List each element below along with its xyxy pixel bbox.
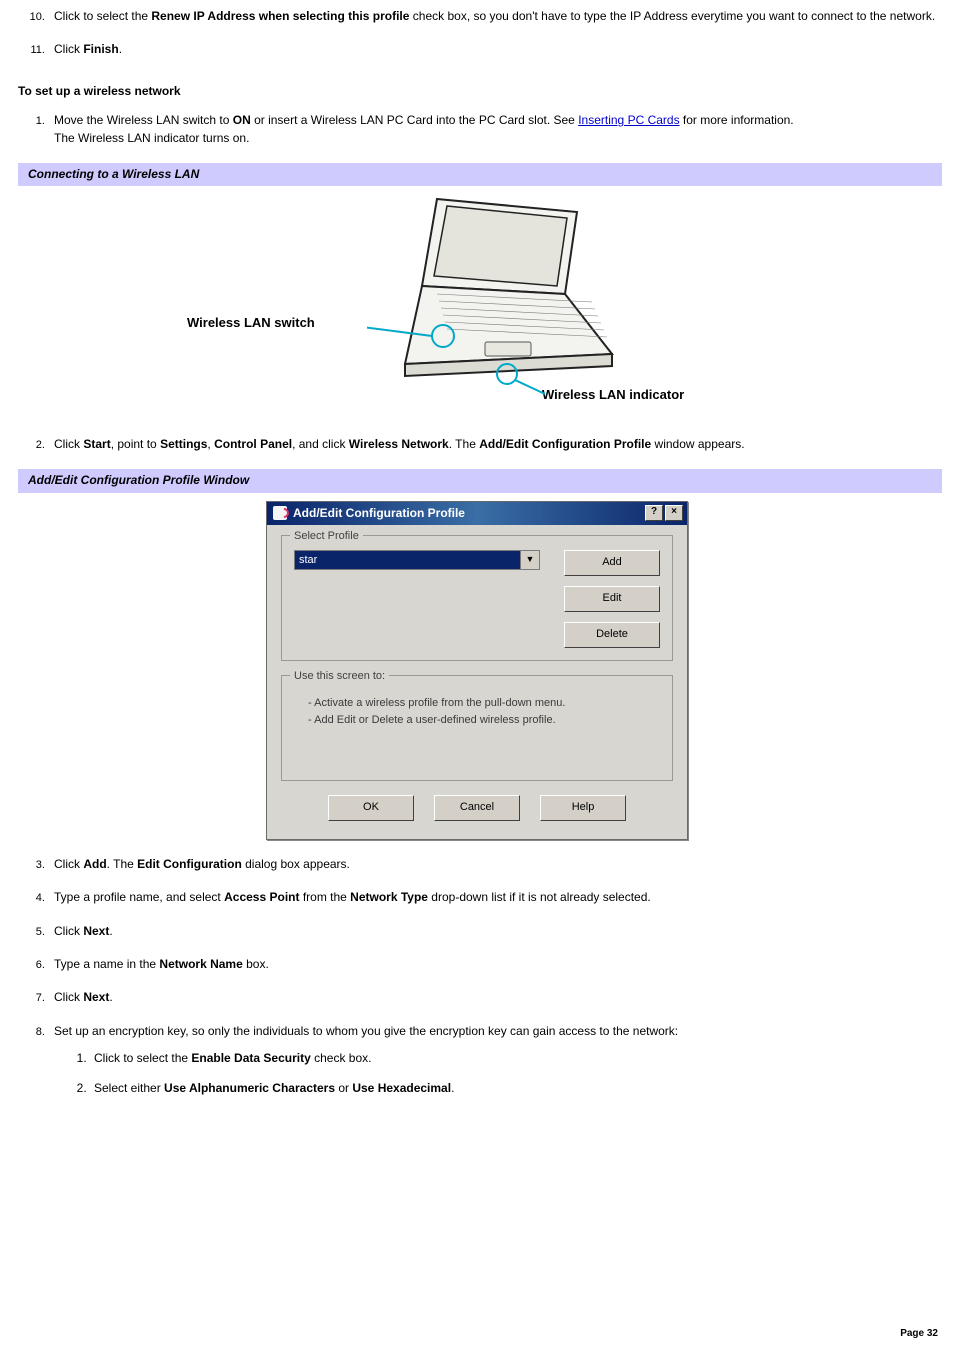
dialog-title: Add/Edit Configuration Profile <box>293 505 465 522</box>
b: Use Alphanumeric Characters <box>164 1081 335 1095</box>
t: . <box>109 990 112 1004</box>
label-wireless-switch: Wireless LAN switch <box>187 314 315 333</box>
bold: Renew IP Address when selecting this pro… <box>151 9 409 23</box>
figure-dialog: Add/Edit Configuration Profile ? × Selec… <box>12 501 942 840</box>
t: Click to select the <box>94 1051 191 1065</box>
b: Access Point <box>224 890 299 904</box>
step-11: Click Finish. <box>48 41 942 58</box>
t: Click <box>54 990 83 1004</box>
groupbox-select-profile: Select Profile star ▼ Add Edit Delete <box>281 535 673 661</box>
encryption-sublist: Click to select the Enable Data Security… <box>54 1050 942 1097</box>
t: window appears. <box>651 437 744 451</box>
cancel-button[interactable]: Cancel <box>434 795 520 821</box>
groupbox-use-this: Use this screen to: - Activate a wireles… <box>281 675 673 781</box>
t: check box. <box>311 1051 372 1065</box>
setup-step-6: Type a name in the Network Name box. <box>48 956 942 973</box>
dialog-titlebar: Add/Edit Configuration Profile ? × <box>267 502 687 525</box>
b: Settings <box>160 437 207 451</box>
t: . The <box>449 437 479 451</box>
add-button[interactable]: Add <box>564 550 660 576</box>
setup-step-7: Click Next. <box>48 989 942 1006</box>
use-line-2: - Add Edit or Delete a user-defined wire… <box>308 713 660 729</box>
t: Click <box>54 857 83 871</box>
b: Wireless Network <box>349 437 449 451</box>
caption-bar-dialog: Add/Edit Configuration Profile Window <box>12 469 942 492</box>
text: for more information. <box>680 113 794 127</box>
t: Click <box>54 437 83 451</box>
setup-list: Move the Wireless LAN switch to ON or in… <box>12 112 942 147</box>
b: Start <box>83 437 110 451</box>
t: Type a profile name, and select <box>54 890 224 904</box>
b: Edit Configuration <box>137 857 242 871</box>
setup-step-2: Click Start, point to Settings, Control … <box>48 436 942 453</box>
ok-button[interactable]: OK <box>328 795 414 821</box>
b: Control Panel <box>214 437 292 451</box>
text: . <box>119 42 122 56</box>
b: Add/Edit Configuration Profile <box>479 437 651 451</box>
combo-value: star <box>294 550 520 570</box>
dialog-add-edit-profile: Add/Edit Configuration Profile ? × Selec… <box>266 501 688 840</box>
t: or <box>335 1081 352 1095</box>
t: drop-down list if it is not already sele… <box>428 890 651 904</box>
chevron-down-icon[interactable]: ▼ <box>520 550 540 570</box>
b: Next <box>83 990 109 1004</box>
caption-bar-connecting: Connecting to a Wireless LAN <box>12 163 942 186</box>
section-heading-wireless: To set up a wireless network <box>18 83 942 100</box>
t: , point to <box>111 437 160 451</box>
sub-step-1: Click to select the Enable Data Security… <box>90 1050 942 1067</box>
t: . <box>451 1081 454 1095</box>
b: Next <box>83 924 109 938</box>
b: Network Name <box>159 957 242 971</box>
t: from the <box>299 890 350 904</box>
t: . <box>109 924 112 938</box>
text: Click <box>54 42 83 56</box>
text: The Wireless LAN indicator turns on. <box>54 131 249 145</box>
close-button[interactable]: × <box>665 505 683 521</box>
t: Click <box>54 924 83 938</box>
profile-combobox[interactable]: star ▼ <box>294 550 540 570</box>
figure-laptop: Wireless LAN switch Wireless LAN indicat… <box>12 194 942 419</box>
text: Move the Wireless LAN switch to <box>54 113 233 127</box>
text: Click to select the <box>54 9 151 23</box>
setup-step-8: Set up an encryption key, so only the in… <box>48 1023 942 1097</box>
setup-step-1: Move the Wireless LAN switch to ON or in… <box>48 112 942 147</box>
t: Type a name in the <box>54 957 159 971</box>
bold: ON <box>233 113 251 127</box>
help-button-footer[interactable]: Help <box>540 795 626 821</box>
t: . The <box>107 857 137 871</box>
step-10: Click to select the Renew IP Address whe… <box>48 8 942 25</box>
setup-step-4: Type a profile name, and select Access P… <box>48 889 942 906</box>
groupbox-title: Select Profile <box>290 529 363 545</box>
edit-button[interactable]: Edit <box>564 586 660 612</box>
setup-step-5: Click Next. <box>48 923 942 940</box>
delete-button[interactable]: Delete <box>564 622 660 648</box>
text: or insert a Wireless LAN PC Card into th… <box>251 113 578 127</box>
b: Use Hexadecimal <box>352 1081 451 1095</box>
b: Network Type <box>350 890 428 904</box>
help-button[interactable]: ? <box>645 505 663 521</box>
wireless-icon <box>273 506 287 520</box>
link-inserting-pc-cards[interactable]: Inserting PC Cards <box>578 113 679 127</box>
bold: Finish <box>83 42 118 56</box>
setup-list-cont2: Click Add. The Edit Configuration dialog… <box>12 856 942 1097</box>
t: , and click <box>292 437 349 451</box>
setup-step-3: Click Add. The Edit Configuration dialog… <box>48 856 942 873</box>
groupbox-title-2: Use this screen to: <box>290 669 389 685</box>
t: dialog box appears. <box>242 857 350 871</box>
continuation-list: Click to select the Renew IP Address whe… <box>12 8 942 59</box>
t: box. <box>243 957 269 971</box>
use-line-1: - Activate a wireless profile from the p… <box>308 696 660 712</box>
text: check box, so you don't have to type the… <box>409 9 935 23</box>
laptop-illustration <box>367 194 627 404</box>
text: Set up an encryption key, so only the in… <box>54 1024 678 1038</box>
sub-step-2: Select either Use Alphanumeric Character… <box>90 1080 942 1097</box>
page-number: Page 32 <box>900 1327 938 1342</box>
setup-list-cont: Click Start, point to Settings, Control … <box>12 436 942 453</box>
t: Select either <box>94 1081 164 1095</box>
b: Enable Data Security <box>191 1051 310 1065</box>
b: Add <box>83 857 106 871</box>
